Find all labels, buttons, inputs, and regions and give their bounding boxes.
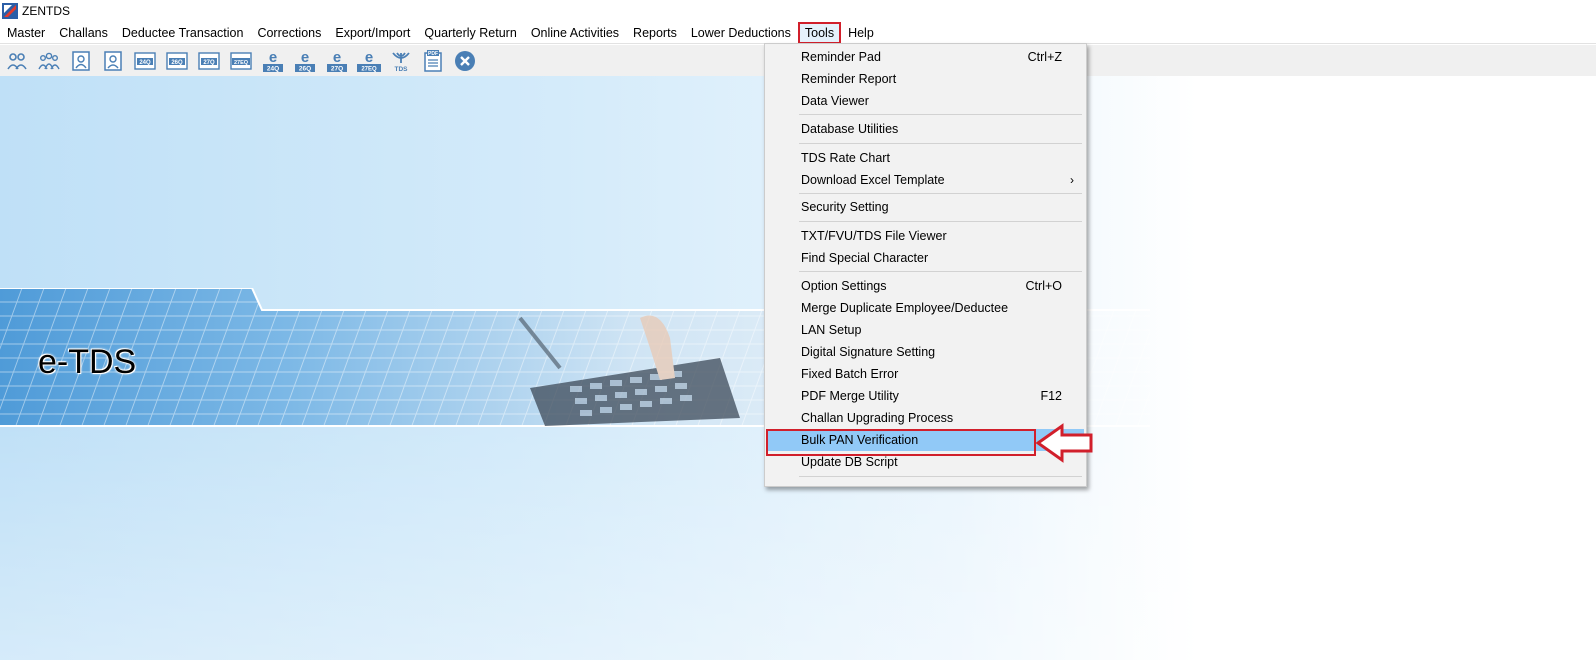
svg-text:27EQ: 27EQ [234, 60, 249, 66]
pdf-icon[interactable]: PDF [420, 48, 446, 74]
menu-item-label: TXT/FVU/TDS File Viewer [801, 229, 947, 243]
deductee-icon[interactable] [68, 48, 94, 74]
menu-reports[interactable]: Reports [626, 22, 684, 44]
menu-deductee-transaction[interactable]: Deductee Transaction [115, 22, 251, 44]
menu-separator [799, 114, 1082, 115]
svg-text:e: e [269, 49, 277, 66]
menu-item-label: Reminder Report [801, 72, 897, 86]
menu-item-label: PDF Merge Utility [801, 389, 899, 403]
menu-help[interactable]: Help [841, 22, 881, 44]
menu-item-pdf-merge-utility[interactable]: PDF Merge Utility F12 [767, 385, 1084, 407]
form-24q-icon[interactable]: 24Q [132, 48, 158, 74]
users-group-icon[interactable] [36, 48, 62, 74]
menu-online-activities[interactable]: Online Activities [524, 22, 626, 44]
menu-item-database-utilities[interactable]: Database Utilities [767, 118, 1084, 140]
menu-item-label: Merge Duplicate Employee/Deductee [801, 301, 1009, 315]
menu-item-shortcut: Ctrl+Z [1027, 50, 1062, 64]
menu-quarterly-return[interactable]: Quarterly Return [417, 22, 523, 44]
employee-icon[interactable] [100, 48, 126, 74]
menu-separator [799, 271, 1082, 272]
svg-text:PDF: PDF [428, 51, 438, 57]
menu-item-reminder-pad[interactable]: Reminder Pad Ctrl+Z [767, 46, 1084, 68]
close-icon[interactable] [452, 48, 478, 74]
menu-item-label: Update DB Script [801, 455, 898, 469]
menu-separator [799, 193, 1082, 194]
svg-text:27Q: 27Q [331, 65, 343, 72]
menu-separator [799, 476, 1082, 477]
menu-challans[interactable]: Challans [52, 22, 115, 44]
svg-text:27EQ: 27EQ [361, 66, 377, 72]
annotation-arrow-icon [1036, 423, 1093, 463]
menu-item-option-settings[interactable]: Option Settings Ctrl+O [767, 275, 1084, 297]
menu-item-label: Reminder Pad [801, 50, 881, 64]
svg-text:e: e [365, 49, 373, 66]
users-pair-icon[interactable] [4, 48, 30, 74]
form-27q-icon[interactable]: 27Q [196, 48, 222, 74]
menu-item-label: Option Settings [801, 279, 887, 293]
menu-item-label: Download Excel Template [801, 173, 945, 187]
e-27q-icon[interactable]: e 27Q [324, 48, 350, 74]
menu-item-label: Data Viewer [801, 94, 869, 108]
menu-item-shortcut: F12 [1040, 389, 1062, 403]
menu-lower-deductions[interactable]: Lower Deductions [684, 22, 798, 44]
svg-text:26Q: 26Q [171, 60, 183, 66]
menu-item-lan-setup[interactable]: LAN Setup [767, 319, 1084, 341]
svg-text:e: e [333, 49, 341, 66]
menu-item-data-viewer[interactable]: Data Viewer [767, 90, 1084, 112]
annotation-highlight-box [766, 429, 1036, 456]
menu-item-file-viewer[interactable]: TXT/FVU/TDS File Viewer [767, 225, 1084, 247]
menu-item-label: Fixed Batch Error [801, 367, 899, 381]
svg-text:e: e [301, 49, 309, 66]
menu-separator [799, 143, 1082, 144]
menu-item-merge-duplicate[interactable]: Merge Duplicate Employee/Deductee [767, 297, 1084, 319]
tds-icon[interactable]: TDS [388, 48, 414, 74]
menu-master[interactable]: Master [0, 22, 52, 44]
svg-text:24Q: 24Q [139, 60, 151, 66]
e-24q-icon[interactable]: e 24Q [260, 48, 286, 74]
tools-menu-dropdown: Reminder Pad Ctrl+Z Reminder Report Data… [764, 43, 1087, 487]
svg-text:24Q: 24Q [267, 65, 279, 72]
menu-corrections[interactable]: Corrections [250, 22, 328, 44]
menu-item-download-excel-template[interactable]: Download Excel Template › [767, 169, 1084, 191]
menu-item-label: Find Special Character [801, 251, 929, 265]
form-27eq-icon[interactable]: 27EQ [228, 48, 254, 74]
menu-item-label: LAN Setup [801, 323, 862, 337]
menu-item-label: Security Setting [801, 200, 889, 214]
menu-item-tds-rate-chart[interactable]: TDS Rate Chart [767, 147, 1084, 169]
e-26q-icon[interactable]: e 26Q [292, 48, 318, 74]
submenu-arrow-icon: › [1070, 173, 1074, 187]
menu-separator [799, 221, 1082, 222]
title-bar: ZENTDS [0, 0, 1596, 22]
menu-item-shortcut: Ctrl+O [1025, 279, 1062, 293]
menu-export-import[interactable]: Export/Import [328, 22, 417, 44]
menu-item-digital-signature-setting[interactable]: Digital Signature Setting [767, 341, 1084, 363]
window-title: ZENTDS [22, 4, 70, 18]
menu-item-label: Database Utilities [801, 122, 899, 136]
menu-item-label: Digital Signature Setting [801, 345, 936, 359]
banner-title: e-TDS [38, 343, 137, 381]
menu-item-fixed-batch-error[interactable]: Fixed Batch Error [767, 363, 1084, 385]
menu-item-label: Challan Upgrading Process [801, 411, 954, 425]
svg-text:26Q: 26Q [299, 65, 311, 72]
app-logo-icon [2, 3, 18, 19]
form-26q-icon[interactable]: 26Q [164, 48, 190, 74]
menu-tools[interactable]: Tools [797, 21, 842, 44]
svg-text:27Q: 27Q [203, 60, 215, 66]
menu-bar: Master Challans Deductee Transaction Cor… [0, 21, 1596, 44]
e-27eq-icon[interactable]: e 27EQ [356, 48, 382, 74]
menu-item-security-setting[interactable]: Security Setting [767, 196, 1084, 218]
svg-text:TDS: TDS [395, 66, 409, 73]
menu-item-label: TDS Rate Chart [801, 151, 890, 165]
menu-item-reminder-report[interactable]: Reminder Report [767, 68, 1084, 90]
menu-item-find-special-character[interactable]: Find Special Character [767, 247, 1084, 269]
